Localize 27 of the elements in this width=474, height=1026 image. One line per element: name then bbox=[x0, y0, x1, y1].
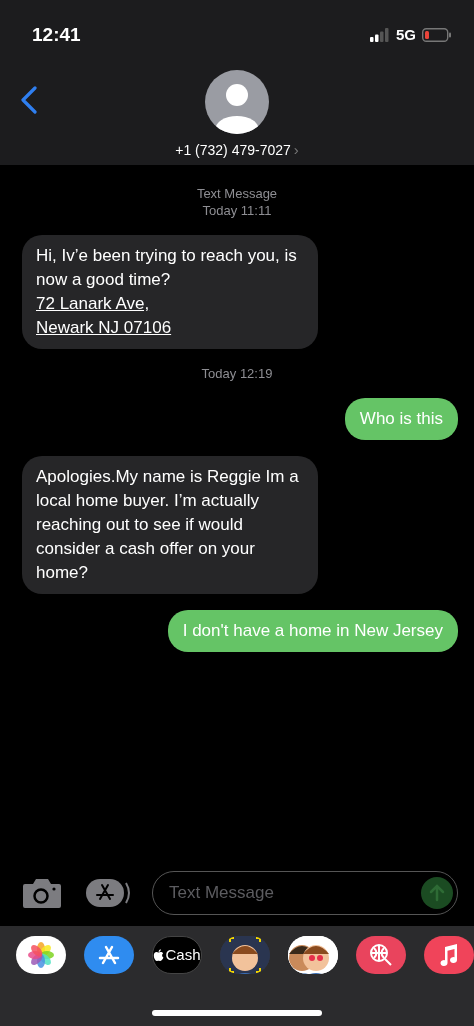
music-app-icon[interactable] bbox=[424, 936, 474, 974]
signal-icon bbox=[370, 28, 390, 42]
arrow-up-icon bbox=[429, 884, 445, 902]
send-button[interactable] bbox=[421, 877, 453, 909]
message-text: Hi, Iv’e been trying to reach you, is now a good time? bbox=[36, 245, 298, 291]
web-search-icon[interactable] bbox=[356, 936, 406, 974]
timestamp-label: Today 12:19 bbox=[201, 365, 273, 382]
battery-icon bbox=[422, 28, 452, 42]
apple-icon bbox=[153, 948, 165, 962]
sent-message-bubble: I don't have a home in New Jersey bbox=[167, 610, 458, 652]
status-time: 12:41 bbox=[32, 22, 81, 47]
timestamp-label: Text Message bbox=[196, 185, 278, 202]
timestamp-label: Today 11:11 bbox=[202, 202, 272, 219]
address-link[interactable]: Newark NJ 07106 bbox=[36, 316, 172, 340]
camera-icon[interactable] bbox=[22, 877, 62, 909]
sent-message-bubble: Who is this bbox=[344, 398, 458, 440]
cash-app-button[interactable]: Cash bbox=[152, 936, 202, 974]
contact-name-button[interactable]: +1 (732) 479-7027 › bbox=[175, 139, 299, 162]
address-link[interactable]: 72 Lanark Ave, bbox=[36, 292, 150, 316]
memoji-app-icon[interactable] bbox=[220, 936, 270, 974]
photos-app-icon[interactable] bbox=[16, 936, 66, 974]
app-store-icon[interactable] bbox=[84, 936, 134, 974]
chevron-left-icon bbox=[20, 86, 38, 114]
message-input-field[interactable]: Text Message bbox=[169, 880, 421, 906]
message-text: Apologies.My name is Reggie Im a local home buyer. I’m actually reaching out to see if would consider a cash offer on your home? bbox=[36, 466, 300, 584]
memoji-stickers-icon[interactable] bbox=[288, 936, 338, 974]
network-label: 5G bbox=[396, 24, 416, 45]
